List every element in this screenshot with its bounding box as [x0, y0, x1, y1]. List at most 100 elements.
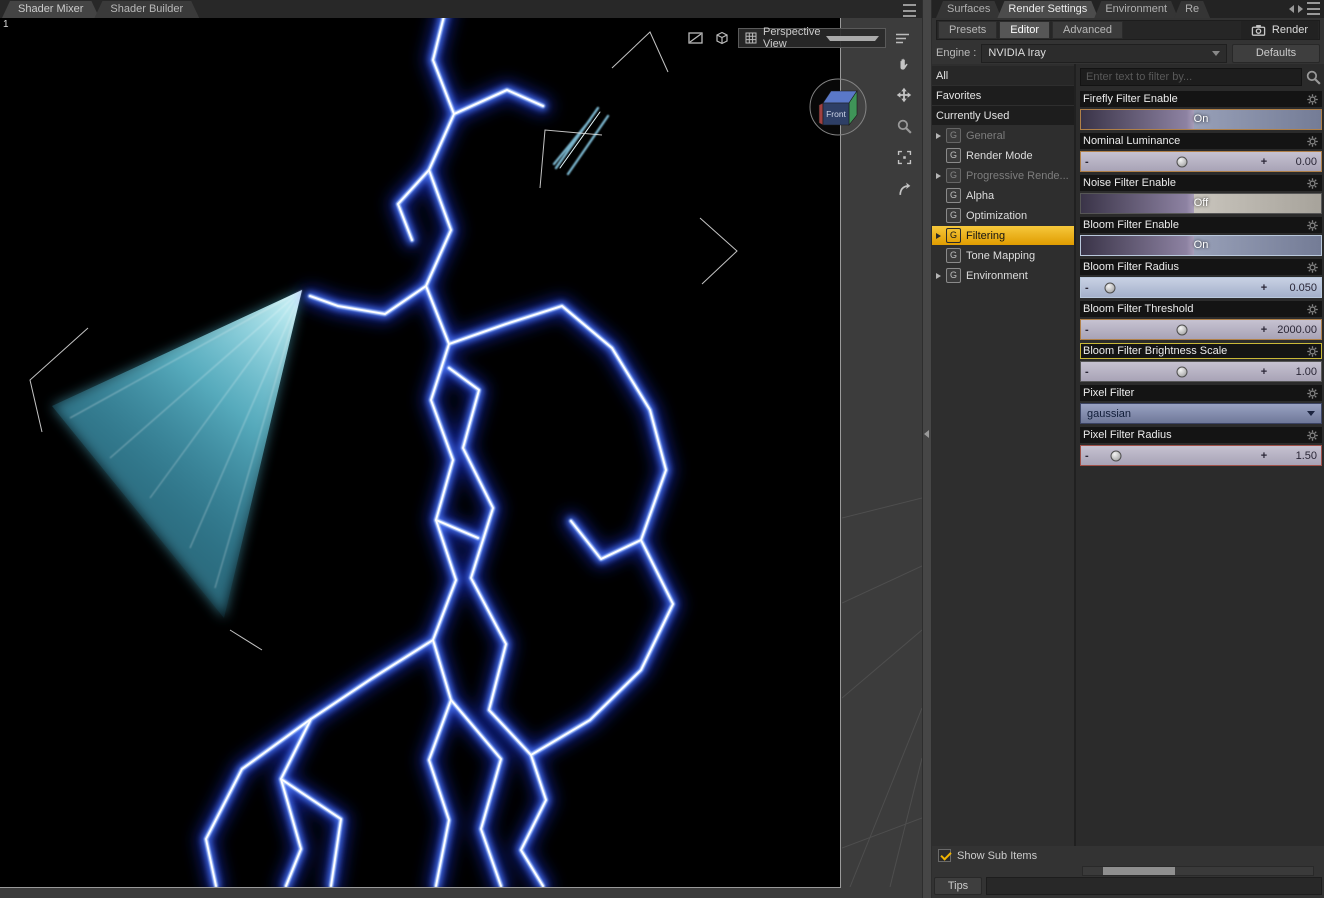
- category-all[interactable]: All: [932, 66, 1074, 85]
- slider-value: 2000.00: [1277, 323, 1317, 336]
- tab-environment[interactable]: Environment: [1094, 1, 1178, 18]
- toggle-control[interactable]: On: [1080, 109, 1322, 130]
- cube-view-icon[interactable]: [712, 29, 732, 47]
- gear-icon[interactable]: [1306, 177, 1319, 190]
- editor-button[interactable]: Editor: [999, 21, 1051, 39]
- slider-track[interactable]: [1095, 152, 1257, 171]
- category-optimization[interactable]: G Optimization: [932, 206, 1074, 225]
- gear-icon[interactable]: [1306, 387, 1319, 400]
- slider-decrement[interactable]: -: [1085, 156, 1095, 168]
- gear-icon[interactable]: [1306, 93, 1319, 106]
- view-selector-dropdown[interactable]: Perspective View: [738, 26, 886, 50]
- slider-thumb[interactable]: [1110, 450, 1122, 461]
- toggle-control[interactable]: On: [1080, 235, 1322, 256]
- viewport-pane-menu-icon[interactable]: [903, 4, 916, 17]
- slider-track[interactable]: [1095, 278, 1257, 297]
- param-header[interactable]: Bloom Filter Threshold: [1080, 301, 1322, 317]
- expand-icon[interactable]: [936, 232, 941, 239]
- tab-shader-builder[interactable]: Shader Builder: [94, 1, 199, 18]
- gear-icon[interactable]: [1306, 135, 1319, 148]
- param-header[interactable]: Nominal Luminance: [1080, 133, 1322, 149]
- slider-track[interactable]: [1095, 362, 1257, 381]
- show-sub-items-checkbox[interactable]: Show Sub Items: [938, 849, 1037, 862]
- slider-track[interactable]: [1095, 320, 1257, 339]
- slider-track[interactable]: [1095, 446, 1257, 465]
- slider-thumb[interactable]: [1176, 366, 1188, 377]
- checkbox[interactable]: [938, 849, 952, 862]
- slider-increment[interactable]: +: [1257, 156, 1271, 168]
- slider-control[interactable]: - + 2000.00: [1080, 319, 1322, 340]
- slider-decrement[interactable]: -: [1085, 282, 1095, 294]
- param-header[interactable]: Noise Filter Enable: [1080, 175, 1322, 191]
- gear-icon[interactable]: [1306, 429, 1319, 442]
- frame-tool[interactable]: [892, 145, 916, 169]
- reset-view-tool[interactable]: [892, 176, 916, 200]
- zoom-tool[interactable]: [892, 114, 916, 138]
- expand-icon[interactable]: [936, 272, 941, 279]
- scrollbar-thumb[interactable]: [1103, 867, 1175, 875]
- slider-increment[interactable]: +: [1257, 366, 1271, 378]
- slider-control[interactable]: - + 1.00: [1080, 361, 1322, 382]
- slider-thumb[interactable]: [1176, 324, 1188, 335]
- tab-scroll-right-icon[interactable]: [1298, 4, 1303, 13]
- slider-decrement[interactable]: -: [1085, 450, 1095, 462]
- render-button[interactable]: Render: [1240, 21, 1318, 39]
- gear-icon[interactable]: [1306, 303, 1319, 316]
- move-tool[interactable]: [892, 83, 916, 107]
- expand-icon[interactable]: [936, 132, 941, 139]
- tab-truncated[interactable]: Re: [1174, 1, 1210, 18]
- param-header[interactable]: Pixel Filter Radius: [1080, 427, 1322, 443]
- drawstyle-menu-icon[interactable]: [892, 29, 912, 47]
- param-header[interactable]: Firefly Filter Enable: [1080, 91, 1322, 107]
- category-filtering[interactable]: G Filtering: [932, 226, 1074, 245]
- slider-increment[interactable]: +: [1257, 282, 1271, 294]
- pan-hand-tool[interactable]: [892, 52, 916, 76]
- category-progressive-rendering[interactable]: G Progressive Rende...: [932, 166, 1074, 185]
- show-sub-items-label: Show Sub Items: [957, 849, 1038, 862]
- param-header[interactable]: Pixel Filter: [1080, 385, 1322, 401]
- slider-control[interactable]: - + 1.50: [1080, 445, 1322, 466]
- gear-icon[interactable]: [1306, 219, 1319, 232]
- tab-render-settings[interactable]: Render Settings: [997, 1, 1098, 18]
- slider-increment[interactable]: +: [1257, 450, 1271, 462]
- horizontal-scrollbar[interactable]: [1082, 866, 1314, 876]
- render-viewport[interactable]: 1: [0, 18, 841, 888]
- gear-icon[interactable]: [1306, 261, 1319, 274]
- param-header[interactable]: Bloom Filter Enable: [1080, 217, 1322, 233]
- pane-splitter[interactable]: [922, 0, 932, 898]
- tab-surfaces[interactable]: Surfaces: [936, 1, 1001, 18]
- slider-thumb[interactable]: [1176, 156, 1188, 167]
- category-render-mode[interactable]: G Render Mode: [932, 146, 1074, 165]
- pixel-filter-dropdown[interactable]: gaussian: [1080, 403, 1322, 424]
- search-icon[interactable]: [1305, 69, 1322, 86]
- slider-control[interactable]: - + 0.00: [1080, 151, 1322, 172]
- category-currently-used[interactable]: Currently Used: [932, 106, 1074, 125]
- tab-shader-mixer[interactable]: Shader Mixer: [2, 1, 99, 18]
- presets-button[interactable]: Presets: [938, 21, 998, 39]
- slider-thumb[interactable]: [1104, 282, 1116, 293]
- category-tone-mapping[interactable]: G Tone Mapping: [932, 246, 1074, 265]
- gear-icon[interactable]: [1306, 345, 1319, 358]
- category-favorites[interactable]: Favorites: [932, 86, 1074, 105]
- tips-button[interactable]: Tips: [934, 877, 982, 895]
- engine-dropdown[interactable]: NVIDIA Iray: [981, 43, 1227, 63]
- category-general[interactable]: G General: [932, 126, 1074, 145]
- view-orientation-cube[interactable]: Front: [804, 76, 872, 140]
- param-header[interactable]: Bloom Filter Radius: [1080, 259, 1322, 275]
- category-alpha[interactable]: G Alpha: [932, 186, 1074, 205]
- filter-input[interactable]: [1080, 68, 1302, 86]
- slider-decrement[interactable]: -: [1085, 366, 1095, 378]
- tab-scroll-left-icon[interactable]: [1289, 4, 1294, 13]
- aux-viewport-icon[interactable]: [686, 29, 706, 47]
- slider-decrement[interactable]: -: [1085, 324, 1095, 336]
- expand-icon[interactable]: [936, 172, 941, 179]
- panel-menu-icon[interactable]: [1307, 2, 1320, 15]
- category-environment[interactable]: G Environment: [932, 266, 1074, 285]
- slider-increment[interactable]: +: [1257, 324, 1271, 336]
- toggle-control[interactable]: Off: [1080, 193, 1322, 214]
- defaults-button[interactable]: Defaults: [1232, 43, 1320, 63]
- splitter-collapse-icon[interactable]: [924, 430, 929, 438]
- advanced-button[interactable]: Advanced: [1052, 21, 1123, 39]
- slider-control[interactable]: - + 0.050: [1080, 277, 1322, 298]
- param-header-selected[interactable]: Bloom Filter Brightness Scale: [1080, 343, 1322, 359]
